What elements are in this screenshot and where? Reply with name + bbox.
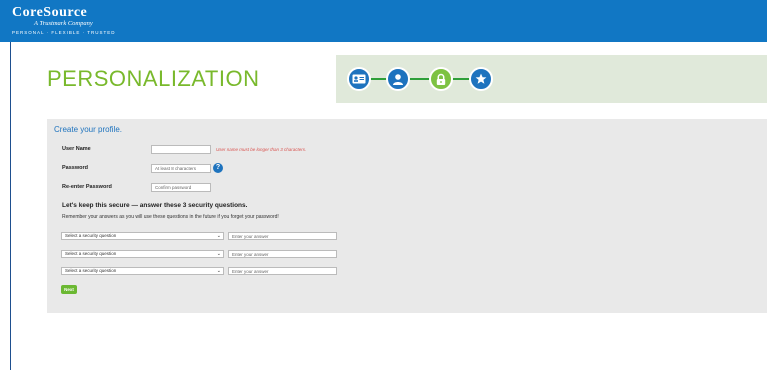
security-question-select-value: Select a security question <box>65 268 117 273</box>
reenter-password-label: Re-enter Password <box>62 184 112 190</box>
step-complete <box>469 67 493 91</box>
page-title: PERSONALIZATION <box>47 66 260 91</box>
lock-icon <box>436 73 446 85</box>
id-card-icon <box>352 74 366 84</box>
top-header-bar: CoreSource A Trustmark Company PERSONAL … <box>0 0 767 42</box>
security-question-select-3[interactable]: Select a security question ⌄ <box>61 267 224 275</box>
step-personal <box>386 67 410 91</box>
security-question-select-2[interactable]: Select a security question ⌄ <box>61 250 224 258</box>
security-questions-note: Remember your answers as you will use th… <box>62 214 279 220</box>
progress-connector-line <box>361 78 481 80</box>
security-answer-input-3[interactable] <box>228 267 337 275</box>
next-button[interactable]: Next <box>61 285 77 294</box>
star-icon <box>475 73 487 84</box>
security-answer-input-2[interactable] <box>228 250 337 258</box>
username-error-message: User name must be longer than 3 characte… <box>216 147 307 152</box>
security-question-select-1[interactable]: Select a security question ⌄ <box>61 232 224 240</box>
chevron-down-icon: ⌄ <box>216 268 221 274</box>
security-question-select-value: Select a security question <box>65 251 117 256</box>
security-answer-input-1[interactable] <box>228 232 337 240</box>
chevron-down-icon: ⌄ <box>216 233 221 239</box>
left-divider-line <box>10 42 11 370</box>
logo-tagline: PERSONAL · FLEXIBLE · TRUSTED <box>12 30 116 35</box>
logo-subtitle: A Trustmark Company <box>34 20 93 27</box>
reenter-password-input[interactable] <box>151 183 211 192</box>
chevron-down-icon: ⌄ <box>216 251 221 257</box>
security-questions-heading: Let's keep this secure — answer these 3 … <box>62 202 248 209</box>
step-profile-info <box>347 67 371 91</box>
password-label: Password <box>62 165 88 171</box>
form-title: Create your profile. <box>54 125 123 134</box>
user-icon <box>393 74 403 85</box>
coresource-logo[interactable]: CoreSource A Trustmark Company PERSONAL … <box>12 6 116 37</box>
step-security <box>429 67 453 91</box>
password-input[interactable] <box>151 164 211 173</box>
username-input[interactable] <box>151 145 211 154</box>
security-question-select-value: Select a security question <box>65 233 117 238</box>
username-label: User Name <box>62 146 91 152</box>
password-help-icon[interactable]: ? <box>213 163 223 173</box>
logo-name: CoreSource <box>12 5 88 20</box>
